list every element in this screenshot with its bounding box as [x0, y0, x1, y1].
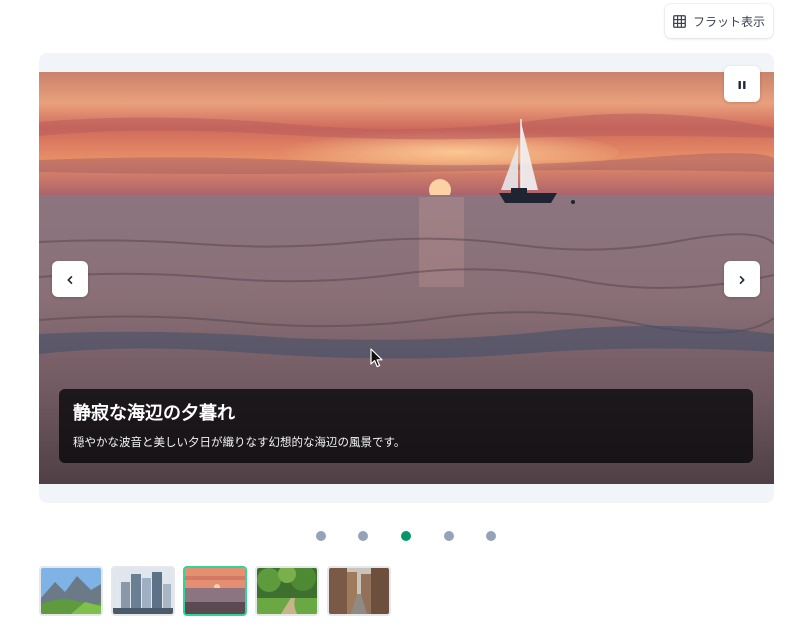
pagination-dot-4[interactable] [444, 531, 454, 541]
pause-icon [737, 75, 747, 94]
grid-icon [673, 14, 686, 28]
thumbnail-sunset-sea[interactable] [183, 566, 247, 616]
carousel-pagination [0, 529, 800, 543]
slide-caption: 静寂な海辺の夕暮れ 穏やかな波音と美しい夕日が織りなす幻想的な海辺の風景です。 [59, 389, 753, 463]
next-slide-button[interactable] [724, 261, 760, 297]
thumbnail-old-town-street[interactable] [327, 566, 391, 616]
thumbnail-green-park-path[interactable] [255, 566, 319, 616]
thumbnail-city-skyscrapers[interactable] [111, 566, 175, 616]
pagination-dot-2[interactable] [358, 531, 368, 541]
slide-sunset-sea: 静寂な海辺の夕暮れ 穏やかな波音と美しい夕日が織りなす幻想的な海辺の風景です。 [39, 72, 774, 484]
pause-button[interactable] [724, 66, 760, 102]
slide-title: 静寂な海辺の夕暮れ [73, 403, 235, 424]
thumbnail-mountain-valley[interactable] [39, 566, 103, 616]
chevron-left-icon [65, 270, 75, 289]
flat-view-label: フラット表示 [692, 14, 765, 29]
chevron-right-icon [737, 270, 747, 289]
previous-slide-button[interactable] [52, 261, 88, 297]
pagination-dot-3[interactable] [401, 531, 411, 541]
slide-description: 穏やかな波音と美しい夕日が織りなす幻想的な海辺の風景です。 [73, 435, 406, 449]
image-carousel: 静寂な海辺の夕暮れ 穏やかな波音と美しい夕日が織りなす幻想的な海辺の風景です。 [39, 53, 774, 503]
pagination-dot-5[interactable] [486, 531, 496, 541]
flat-view-button[interactable]: フラット表示 [665, 4, 773, 38]
pagination-dot-1[interactable] [316, 531, 326, 541]
